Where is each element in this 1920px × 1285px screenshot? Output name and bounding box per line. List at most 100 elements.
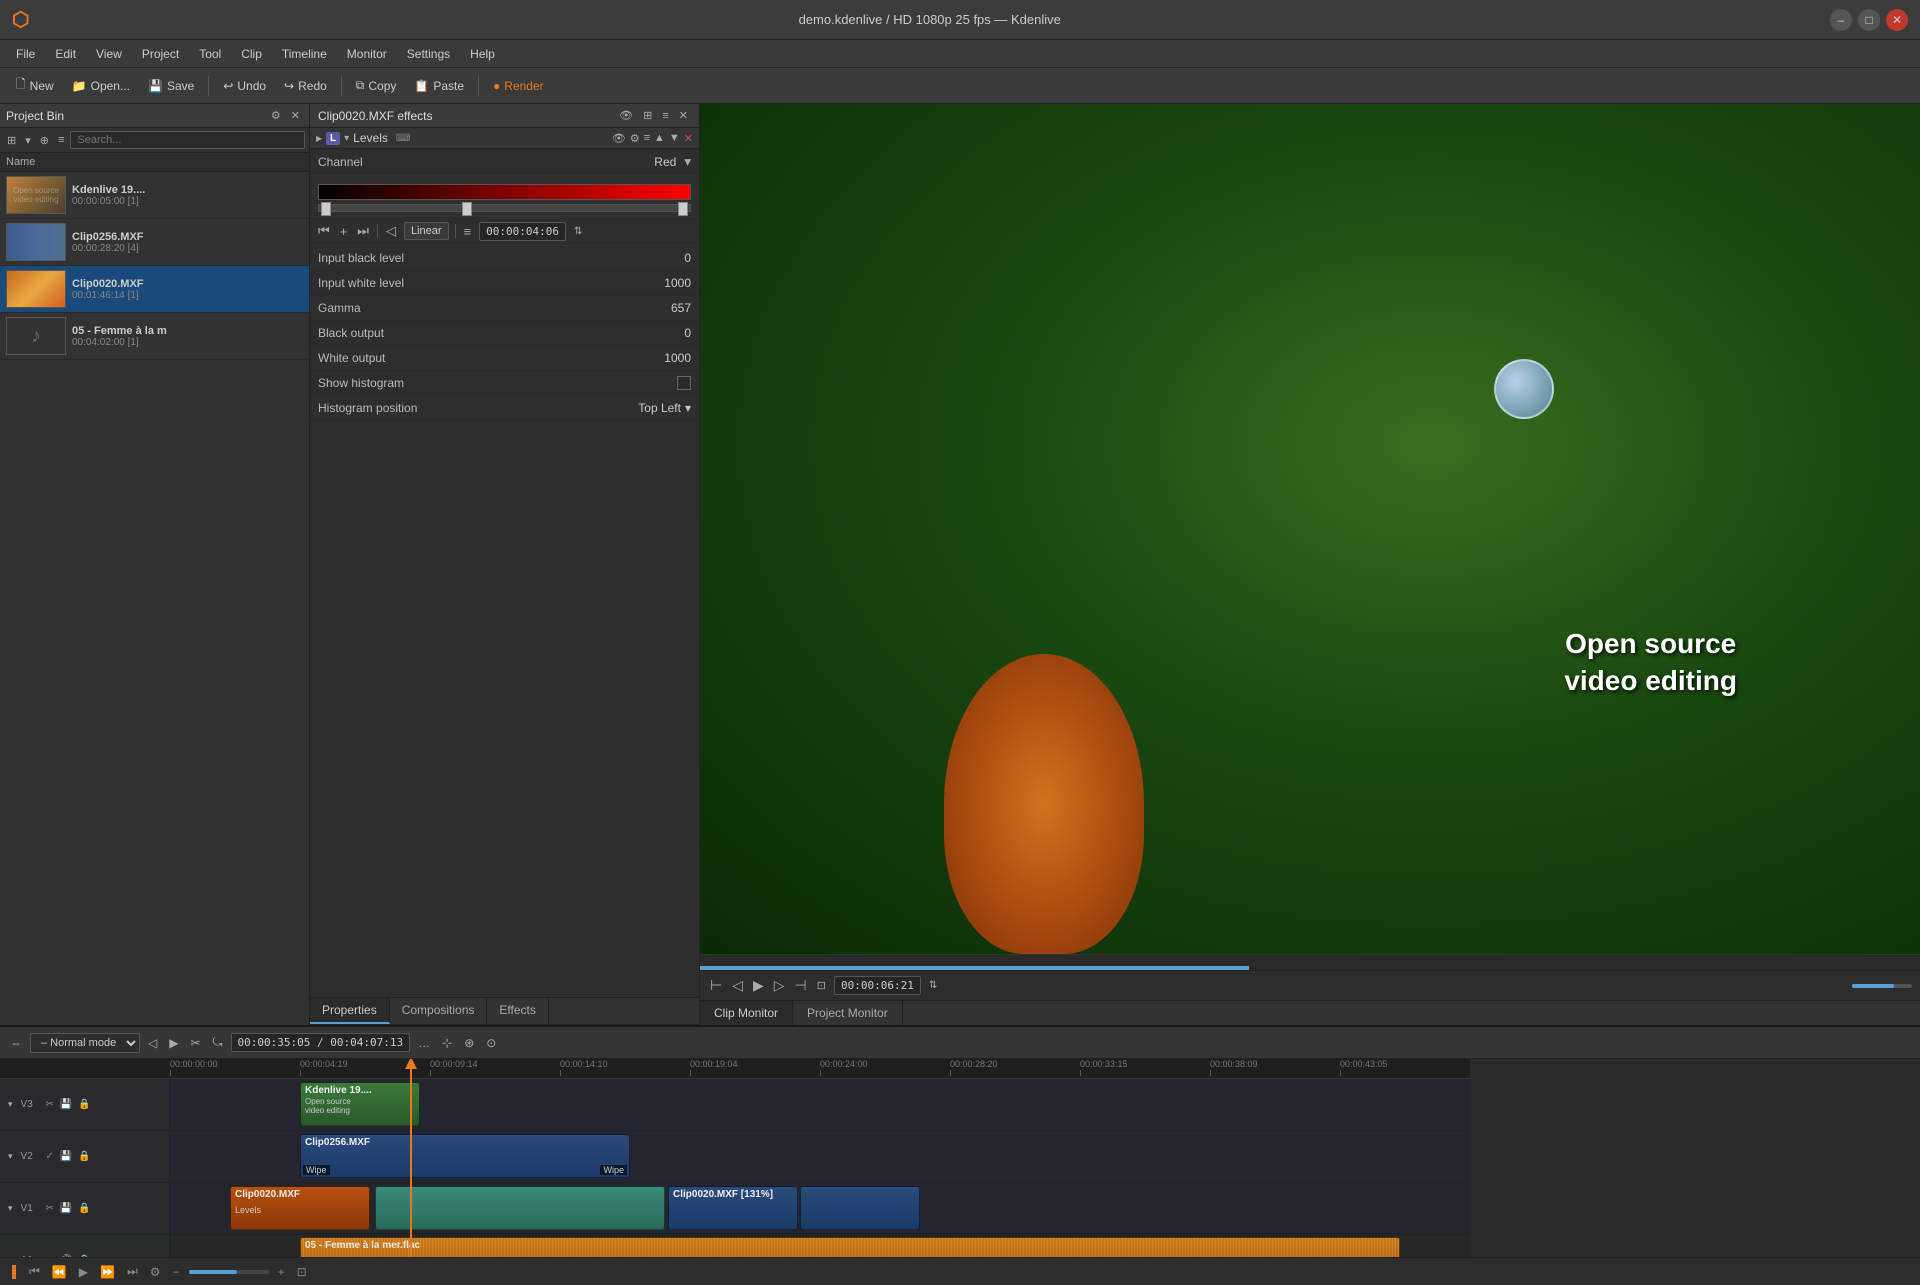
clip-clip256-v2[interactable]: Clip0256.MXF Wipe Wipe	[300, 1134, 630, 1178]
status-prev-btn[interactable]: ⏮	[26, 1263, 43, 1280]
status-play-btn[interactable]: ▶	[76, 1264, 91, 1280]
menu-file[interactable]: File	[8, 45, 43, 63]
levels-eye-icon[interactable]: 👁	[612, 132, 626, 145]
bin-close-icon[interactable]: ✕	[288, 108, 303, 123]
status-fit-btn[interactable]: ⊡	[294, 1264, 310, 1280]
status-zoom-slider[interactable]	[189, 1270, 269, 1274]
playback-list-icon[interactable]: ≡	[462, 222, 474, 241]
tab-properties[interactable]: Properties	[310, 998, 390, 1024]
levels-expand-icon[interactable]: ▸	[316, 131, 322, 145]
levels-down-icon[interactable]: ▼	[669, 132, 680, 144]
levels-chevron-icon[interactable]: ▾	[344, 133, 349, 144]
track-v3-mute-icon[interactable]: 🔒	[77, 1098, 91, 1111]
paste-button[interactable]: 📋 Paste	[406, 76, 472, 96]
timeline-marker-btn[interactable]: ⊛	[460, 1034, 478, 1052]
bin-item-clip256[interactable]: Clip0256.MXF 00:00:28:20 [4]	[0, 219, 309, 266]
playback-end-icon[interactable]: ⏭	[355, 221, 371, 241]
playback-add-icon[interactable]: +	[338, 222, 350, 241]
monitor-to-end-icon[interactable]: ⊣	[793, 975, 809, 996]
new-button[interactable]: 🗋 New	[8, 72, 62, 99]
playback-mode-button[interactable]: Linear	[404, 222, 449, 240]
effects-close-icon[interactable]: ✕	[676, 108, 691, 123]
levels-list-icon[interactable]: ≡	[644, 132, 650, 144]
playback-start-icon[interactable]: ⏮	[316, 221, 332, 241]
param-checkbox-histogram[interactable]	[677, 376, 691, 390]
status-zoom-in-btn[interactable]: +	[275, 1264, 288, 1280]
menu-project[interactable]: Project	[134, 45, 187, 63]
levels-black-handle[interactable]	[321, 202, 331, 216]
levels-up-icon[interactable]: ▲	[654, 132, 665, 144]
copy-button[interactable]: ⧉ Copy	[348, 75, 405, 96]
timeline-more-btn[interactable]: …	[414, 1034, 434, 1052]
tab-compositions[interactable]: Compositions	[390, 998, 488, 1024]
track-v2-lock-icon[interactable]: ✓	[45, 1150, 55, 1163]
status-rewind-btn[interactable]: ⏪	[49, 1264, 70, 1280]
bin-item-kdenlive[interactable]: Open sourcevideo editing Kdenlive 19....…	[0, 172, 309, 219]
timeline-play-button[interactable]: ▶	[165, 1034, 182, 1052]
bin-add-button[interactable]: ⊕	[37, 132, 52, 149]
menu-settings[interactable]: Settings	[399, 45, 458, 63]
monitor-step-forward-icon[interactable]: ▷	[772, 975, 787, 996]
clip-clip020-v1[interactable]: Clip0020.MXF Levels	[230, 1186, 370, 1230]
track-v1-save-icon[interactable]: 💾	[59, 1202, 73, 1215]
timeline-tracks[interactable]: 00:00:00:00 00:00:04:19 00:00:09:14 00:0…	[170, 1059, 1920, 1257]
bin-grid-view-button[interactable]: ⊞	[4, 132, 19, 149]
clip-kdenlive-v3[interactable]: Kdenlive 19.... Open sourcevideo editing	[300, 1082, 420, 1126]
clip-blue2-v1[interactable]	[800, 1186, 920, 1230]
bin-chevron-down-icon[interactable]: ▾	[22, 132, 34, 149]
menu-tool[interactable]: Tool	[191, 45, 229, 63]
track-v1-lock-icon[interactable]: ✂	[45, 1202, 55, 1215]
redo-button[interactable]: ↪ Redo	[276, 76, 335, 96]
monitor-step-back-icon[interactable]: ◁	[730, 975, 745, 996]
track-v3-expand-icon[interactable]: ▾	[4, 1097, 17, 1112]
menu-timeline[interactable]: Timeline	[274, 45, 335, 63]
clip-audio-a1[interactable]: 05 - Femme à la mer.flac	[300, 1237, 1400, 1257]
track-v3-lock-icon[interactable]: ✂	[45, 1098, 55, 1111]
monitor-to-start-icon[interactable]: ⊢	[708, 975, 724, 996]
bin-settings-icon[interactable]: ⚙	[268, 108, 284, 123]
open-button[interactable]: 📁 Open...	[64, 76, 138, 96]
clip-teal-v1[interactable]	[375, 1186, 665, 1230]
effects-settings-icon[interactable]: ⊞	[640, 108, 655, 123]
tab-clip-monitor[interactable]: Clip Monitor	[700, 1001, 793, 1025]
track-v2-mute-icon[interactable]: 🔒	[77, 1150, 91, 1163]
save-button[interactable]: 💾 Save	[140, 76, 202, 96]
monitor-timeline[interactable]	[700, 954, 1920, 970]
status-zoom-out-btn[interactable]: −	[170, 1264, 183, 1280]
timeline-settings-icon[interactable]: ⇔	[6, 1034, 26, 1052]
playhead[interactable]	[410, 1059, 412, 1257]
menu-edit[interactable]: Edit	[47, 45, 84, 63]
status-forward-btn[interactable]: ⏩	[97, 1264, 118, 1280]
effects-menu-icon[interactable]: ≡	[659, 109, 671, 123]
playback-increment-icon[interactable]: ⇅	[572, 224, 584, 239]
menu-view[interactable]: View	[88, 45, 130, 63]
minimize-button[interactable]: –	[1830, 9, 1852, 31]
monitor-up-icon[interactable]: ⇅	[927, 978, 939, 993]
levels-delete-icon[interactable]: ✕	[684, 132, 693, 145]
timeline-prev-button[interactable]: ◁	[144, 1034, 161, 1052]
menu-clip[interactable]: Clip	[233, 45, 270, 63]
playback-arrow-left-icon[interactable]: ◁	[384, 221, 398, 241]
menu-monitor[interactable]: Monitor	[339, 45, 395, 63]
status-next-btn[interactable]: ⏭	[124, 1263, 141, 1280]
monitor-volume-slider[interactable]	[1852, 984, 1912, 988]
status-settings-btn[interactable]: ⚙	[147, 1264, 164, 1280]
bin-item-audio[interactable]: ♪ 05 - Femme à la m 00:04:02:00 [1]	[0, 313, 309, 360]
track-v2-expand-icon[interactable]: ▾	[4, 1149, 17, 1164]
levels-configure-icon[interactable]: ⚙	[630, 132, 640, 145]
param-dropdown-histogram-pos[interactable]: Top Left ▾	[638, 401, 691, 415]
levels-mid-handle[interactable]	[462, 202, 472, 216]
levels-white-handle[interactable]	[678, 202, 688, 216]
bin-list-view-button[interactable]: ≡	[55, 132, 67, 148]
clip-clip020b-v1[interactable]: Clip0020.MXF [131%]	[668, 1186, 798, 1230]
tab-effects[interactable]: Effects	[487, 998, 548, 1024]
monitor-loop-icon[interactable]: ⊡	[815, 977, 828, 994]
channel-dropdown-button[interactable]: ▾	[684, 154, 691, 170]
timeline-loop-button[interactable]: ⤿	[209, 1033, 227, 1052]
bin-search-input[interactable]	[70, 131, 305, 149]
timeline-target-btn[interactable]: ⊙	[482, 1034, 500, 1052]
track-v2-save-icon[interactable]: 💾	[59, 1150, 73, 1163]
bin-item-clip020[interactable]: Clip0020.MXF 00:01:46:14 [1]	[0, 266, 309, 313]
render-button[interactable]: ● Render	[485, 76, 552, 96]
timeline-snap-btn[interactable]: ⊹	[438, 1034, 456, 1052]
